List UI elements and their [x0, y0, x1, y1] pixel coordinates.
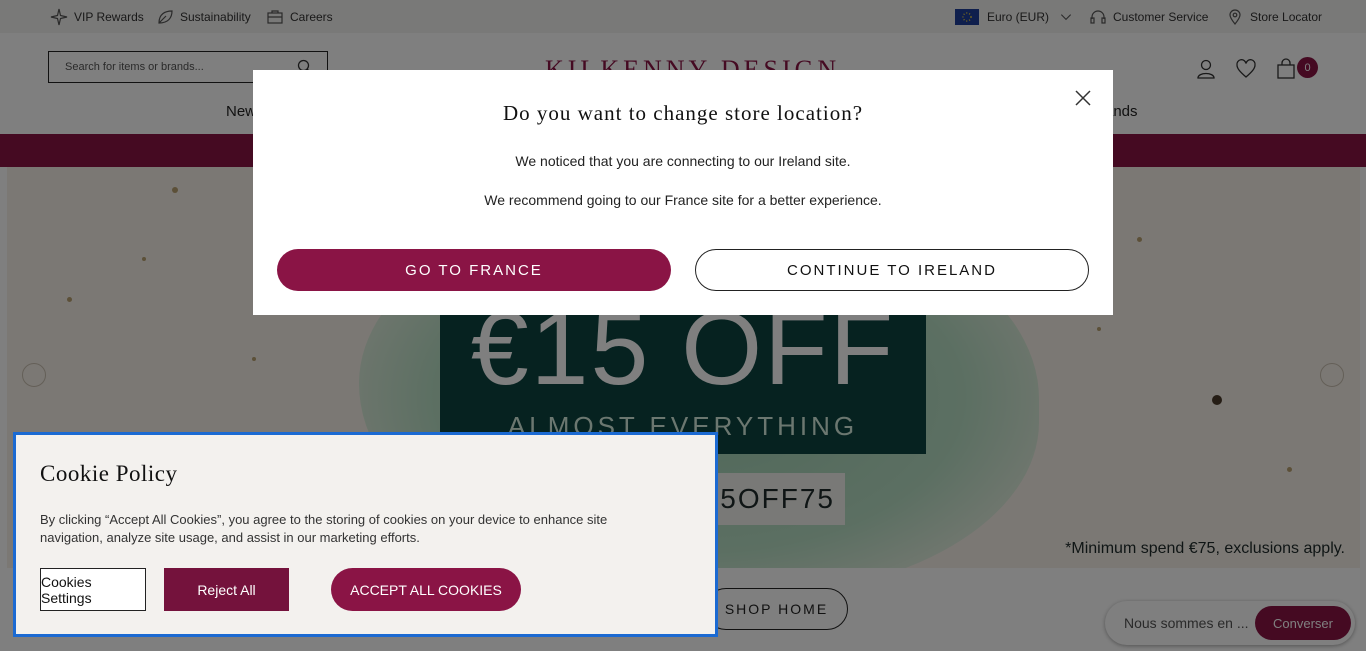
accept-all-cookies-button[interactable]: ACCEPT ALL COOKIES	[331, 568, 521, 611]
go-to-france-button[interactable]: GO TO FRANCE	[277, 249, 671, 291]
store-location-modal: Do you want to change store location? We…	[253, 70, 1113, 315]
cookies-settings-button[interactable]: Cookies Settings	[40, 568, 146, 611]
modal-title: Do you want to change store location?	[502, 101, 864, 125]
modal-message-line-1: We noticed that you are connecting to ou…	[515, 153, 851, 169]
modal-message-line-2: We recommend going to our France site fo…	[484, 192, 882, 208]
cookie-title: Cookie Policy	[40, 461, 178, 486]
reject-all-button[interactable]: Reject All	[164, 568, 289, 611]
close-icon[interactable]	[1074, 89, 1092, 107]
continue-to-ireland-button[interactable]: CONTINUE TO IRELAND	[695, 249, 1089, 291]
cookie-banner: Cookie Policy By clicking “Accept All Co…	[13, 432, 718, 637]
cookie-description: By clicking “Accept All Cookies”, you ag…	[40, 512, 608, 545]
